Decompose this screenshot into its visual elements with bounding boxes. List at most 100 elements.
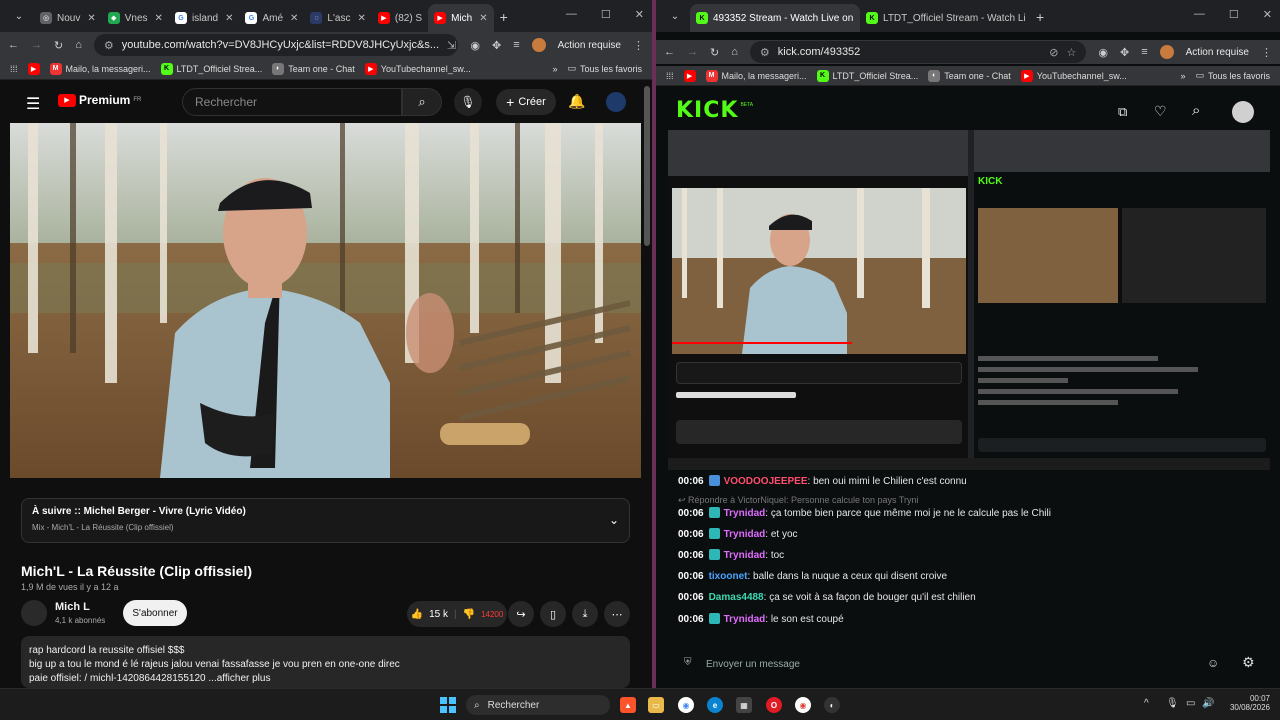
action-required-button[interactable]: Action requise [1186,47,1249,58]
reload-icon[interactable]: ↻ [54,39,63,52]
subscribe-button[interactable]: S'abonner [123,600,187,626]
channel-avatar[interactable] [21,600,47,626]
video-player[interactable] [10,123,641,478]
bookmark-mailo[interactable]: M Mailo, la messageri... [705,69,807,82]
emoji-icon[interactable]: ☺ [1207,656,1219,670]
minimize-icon[interactable]: — [1194,8,1205,21]
windows-start-icon[interactable] [440,697,456,713]
close-icon[interactable]: ✕ [479,13,487,24]
puzzle-icon[interactable]: ✥ [1120,46,1129,59]
bookmark-ltdt[interactable]: K LTDT_Officiel Strea... [816,69,918,82]
bookmark-youtubechannel[interactable]: ▶ YouTubechannel_sw... [1020,69,1127,82]
app-icon[interactable]: ▦ [736,697,752,713]
chat-username[interactable]: Damas4488 [709,592,764,603]
bookmark-youtubechannel[interactable]: ▶ YouTubechannel_sw... [364,62,471,75]
chat-username[interactable]: Trynidad [724,550,766,561]
extension-icon[interactable]: ◉ [470,39,480,52]
address-bar[interactable]: ⚙ kick.com/493352 ⊘ ☆ [749,41,1087,63]
bookmark-star-icon[interactable]: ☆ [1067,46,1077,59]
search-input[interactable]: Rechercher [182,88,402,116]
chat-username[interactable]: Trynidad [724,529,766,540]
all-bookmarks-folder[interactable]: ▭ Tous les favoris [567,63,642,74]
reload-icon[interactable]: ↻ [710,46,719,59]
address-bar[interactable]: ⚙ youtube.com/watch?v=DV8JHCyUxjc&list=R… [93,34,459,56]
bookmark-team-one[interactable]: ◐ Team one - Chat [928,69,1011,82]
profile-avatar[interactable] [1159,45,1174,59]
create-button[interactable]: + Créer [496,89,556,115]
browse-icon[interactable]: ⧉ [1118,104,1127,120]
search-button[interactable]: ⌕ [402,88,442,116]
bookmark-mailo[interactable]: M Mailo, la messageri... [49,62,151,75]
scrollbar-thumb[interactable] [644,86,650,246]
apps-grid-icon[interactable]: ⁞⁞⁞ [666,71,674,81]
forward-icon[interactable]: → [687,46,698,58]
kebab-menu-icon[interactable]: ⋮ [1261,46,1272,59]
back-icon[interactable]: ← [8,39,19,51]
tab-kick-active[interactable]: K493352 Stream - Watch Live on✕ [690,4,860,32]
tab-6[interactable]: ▶ (82) S [372,4,428,32]
youtube-premium-logo[interactable]: ▶ Premium FR [58,93,141,107]
tab-7-active[interactable]: ▶ Mich ✕ [428,4,494,32]
volume-icon[interactable]: 🔊 [1202,698,1214,709]
sidebar-icon[interactable]: ≡ [1141,46,1147,58]
youtube-bookmark-icon[interactable]: ▶ [683,69,696,82]
puzzle-icon[interactable]: ✥ [492,39,501,52]
taskbar-search[interactable]: ⌕ Rechercher [466,695,610,715]
thumbs-down-icon[interactable]: 👎 [463,609,475,620]
kick-logo[interactable]: KICK BETA [676,98,753,123]
close-icon[interactable]: ✕ [290,13,298,24]
brave-icon[interactable]: ▲ [620,697,636,713]
close-icon[interactable]: ✕ [225,13,233,24]
more-actions-button[interactable]: ⋯ [604,601,630,627]
site-info-icon[interactable]: ⚙ [104,39,114,52]
close-window-icon[interactable]: ✕ [1263,8,1272,21]
site-info-icon[interactable]: ⚙ [760,46,770,59]
chat-username[interactable]: Trynidad [724,614,766,625]
up-next-playlist-panel[interactable]: À suivre :: Michel Berger - Vivre (Lyric… [21,498,630,543]
chat-username[interactable]: Trynidad [724,508,766,519]
tab-4[interactable]: G Amé ✕ [239,4,304,32]
chevron-down-icon[interactable]: ⌄ [609,513,619,527]
heart-icon[interactable]: ♡ [1154,103,1167,120]
close-icon[interactable]: ✕ [155,13,163,24]
tab-ltdt[interactable]: KLTDT_Officiel Stream - Watch Li✕ [860,4,1030,32]
tab-search-icon[interactable]: ⌄ [664,5,686,27]
opera-icon[interactable]: O [766,697,782,713]
action-required-button[interactable]: Action requise [558,40,621,51]
file-explorer-icon[interactable]: ▭ [648,697,664,713]
chrome-icon[interactable]: ◉ [795,697,811,713]
close-icon[interactable]: ✕ [87,13,95,24]
video-description[interactable]: rap hardcord la reussite offisiel $$$ bi… [21,636,630,688]
close-window-icon[interactable]: ✕ [635,8,644,21]
tab-3[interactable]: Gisland ✕ [169,4,240,32]
profile-avatar[interactable] [531,38,546,52]
progress-bar[interactable] [672,342,852,344]
hamburger-menu-icon[interactable]: ☰ [26,94,40,114]
all-bookmarks-folder[interactable]: ▭ Tous les favoris [1195,70,1270,81]
chat-username[interactable]: tixoonet [709,571,748,582]
chrome-icon[interactable]: ◉ [678,697,694,713]
more-bookmarks-icon[interactable]: » [552,64,557,74]
channel-name[interactable]: Mich L [55,601,90,613]
back-icon[interactable]: ← [664,46,675,58]
microphone-icon[interactable]: 🎙 [1166,698,1179,709]
maximize-icon[interactable]: ☐ [601,8,611,21]
tab-1[interactable]: ◎ Nouv ✕ [34,4,102,32]
close-icon[interactable]: ✕ [357,13,365,24]
bookmark-ltdt[interactable]: K LTDT_Officiel Strea... [160,62,262,75]
chat-username[interactable]: VOODOOJEEPEE [724,476,808,487]
home-icon[interactable]: ⌂ [731,46,738,58]
user-avatar[interactable] [1232,101,1254,123]
account-avatar[interactable] [606,92,626,112]
app-icon[interactable]: ◐ [824,697,840,713]
thumbs-up-icon[interactable]: 👍 [411,609,423,620]
sidebar-icon[interactable]: ≡ [513,39,519,51]
minimize-icon[interactable]: — [566,8,577,21]
clock[interactable]: 00:07 30/08/2026 [1220,694,1270,712]
tab-2[interactable]: ◆ Vnes ✕ [102,4,169,32]
chat-input[interactable]: Envoyer un message [706,652,1216,676]
extension-icon[interactable]: ◉ [1098,46,1108,59]
eye-off-icon[interactable]: ⊘ [1049,46,1058,59]
new-tab-button[interactable]: + [500,9,508,25]
forward-icon[interactable]: → [31,39,42,51]
